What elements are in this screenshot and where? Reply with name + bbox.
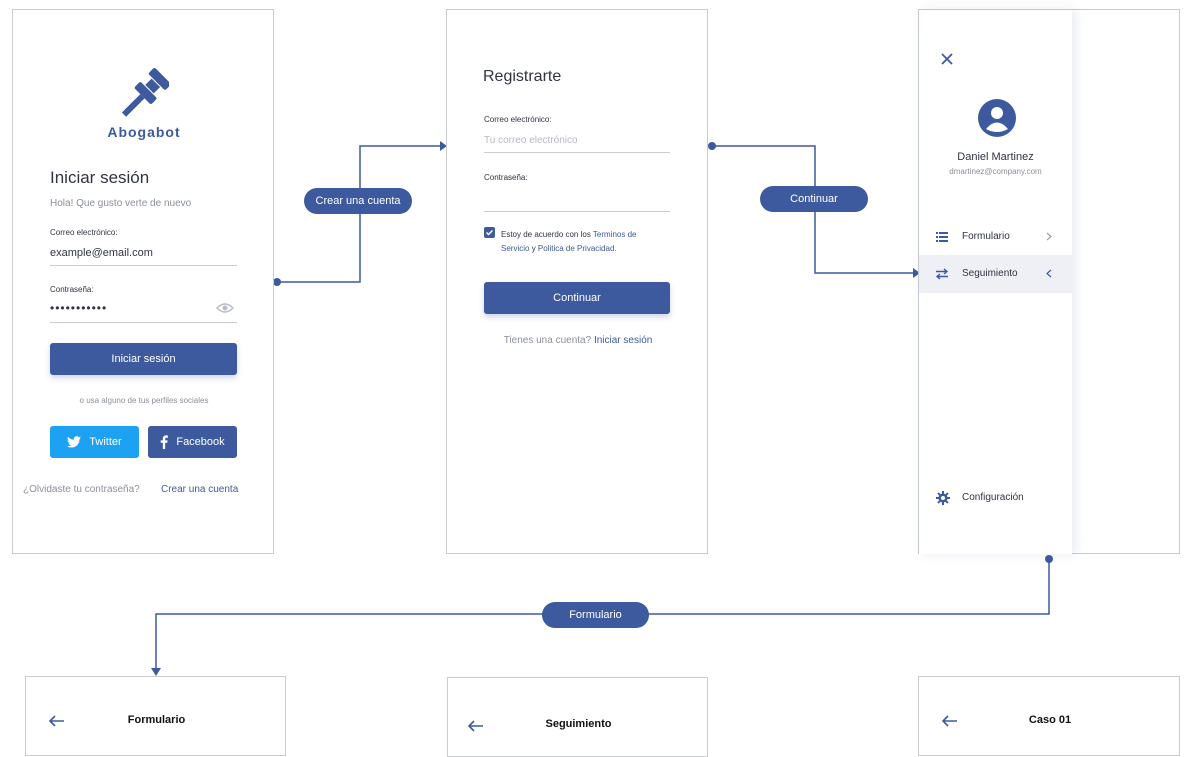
login-button[interactable]: Iniciar sesión — [50, 343, 237, 375]
connector-label-create-account: Crear una cuenta — [304, 188, 412, 214]
login-button-label: Iniciar sesión — [111, 353, 176, 365]
eye-icon[interactable] — [216, 301, 234, 315]
social-caption: o usa alguno de tus perfiles sociales — [79, 396, 209, 405]
facebook-icon — [161, 435, 169, 449]
login-link[interactable]: Iniciar sesión — [594, 335, 652, 346]
password-label: Contraseña: — [484, 173, 528, 182]
list-icon — [936, 232, 948, 242]
connector-label-form: Formulario — [542, 602, 649, 628]
password-label: Contraseña: — [50, 285, 94, 294]
email-underline — [50, 265, 237, 266]
terms-prefix: Estoy de acuerdo con los — [501, 230, 591, 239]
login-prompt: Tienes una cuenta? Iniciar sesión — [447, 335, 709, 346]
user-email: dmartinez@company.com — [949, 167, 1042, 176]
terms-and: y — [531, 244, 536, 253]
brand-name: Abogabot — [107, 124, 181, 140]
menu-screen: Daniel Martinez dmartinez@company.com Fo… — [918, 9, 1180, 554]
menu-item-formulario[interactable]: Formulario — [919, 218, 1072, 256]
close-icon[interactable] — [941, 53, 953, 65]
user-name: Daniel Martinez — [957, 151, 1034, 163]
twitter-button[interactable]: Twitter — [50, 426, 139, 458]
menu-item-settings[interactable]: Configuración — [919, 479, 1072, 517]
form-screen: Formulario — [25, 676, 286, 756]
settings-label: Configuración — [962, 492, 1024, 503]
menu-item-label: Formulario — [962, 231, 1010, 242]
password-underline — [484, 211, 670, 212]
create-account-link[interactable]: Crear una cuenta — [161, 484, 238, 495]
password-underline — [50, 322, 237, 323]
avatar — [978, 99, 1016, 137]
gavel-icon — [121, 68, 169, 117]
twitter-label: Twitter — [89, 436, 122, 448]
screen-title: Caso 01 — [1028, 714, 1072, 726]
chevron-left-icon — [1046, 269, 1052, 278]
case-screen: Caso 01 — [918, 676, 1180, 756]
have-account-text: Tienes una cuenta? — [503, 335, 592, 346]
facebook-label: Facebook — [176, 436, 225, 448]
swap-icon — [935, 268, 949, 280]
terms-text: Estoy de acuerdo con los Terminos de Ser… — [501, 228, 681, 256]
twitter-icon — [67, 436, 82, 448]
connector-dot — [273, 278, 281, 286]
chevron-right-icon — [1046, 232, 1052, 241]
email-label: Correo electrónico: — [484, 115, 552, 124]
password-field[interactable] — [484, 193, 670, 211]
password-field[interactable]: ••••••••••• — [50, 301, 107, 315]
screen-title: Seguimiento — [545, 718, 612, 730]
tracking-screen: Seguimiento — [447, 677, 708, 757]
email-label: Correo electrónico: — [50, 228, 118, 237]
drawer: Daniel Martinez dmartinez@company.com Fo… — [919, 10, 1072, 554]
continue-button-label: Continuar — [553, 292, 601, 304]
page-title: Iniciar sesión — [50, 168, 150, 187]
forgot-password-link[interactable]: ¿Olvidaste tu contraseña? — [23, 484, 140, 495]
menu-item-seguimiento[interactable]: Seguimiento — [919, 255, 1072, 293]
register-screen: Registrarte Correo electrónico: Tu corre… — [446, 9, 708, 554]
menu-item-label: Seguimiento — [962, 268, 1018, 279]
terms-checkbox[interactable] — [484, 227, 495, 238]
email-underline — [484, 152, 670, 153]
facebook-button[interactable]: Facebook — [148, 426, 237, 458]
connector-label-continue: Continuar — [760, 186, 868, 212]
connector-dot — [1045, 555, 1053, 563]
continue-button[interactable]: Continuar — [484, 282, 670, 314]
connector-login-register — [277, 145, 440, 283]
privacy-link[interactable]: Politica de Privacidad. — [538, 244, 617, 253]
arrowhead — [151, 668, 161, 676]
connector-dot — [708, 142, 716, 150]
email-field[interactable]: example@email.com — [50, 247, 153, 259]
gear-icon — [936, 491, 950, 505]
terms-link-cont[interactable]: Servicio — [501, 244, 529, 253]
terms-link[interactable]: Terminos de — [593, 230, 637, 239]
login-screen: Abogabot Iniciar sesión Hola! Que gusto … — [12, 9, 274, 554]
page-title: Registrarte — [483, 68, 562, 85]
page-subtitle: Hola! Que gusto verte de nuevo — [50, 198, 192, 209]
email-field[interactable]: Tu correo electrónico — [484, 135, 578, 146]
screen-title: Formulario — [127, 714, 186, 726]
